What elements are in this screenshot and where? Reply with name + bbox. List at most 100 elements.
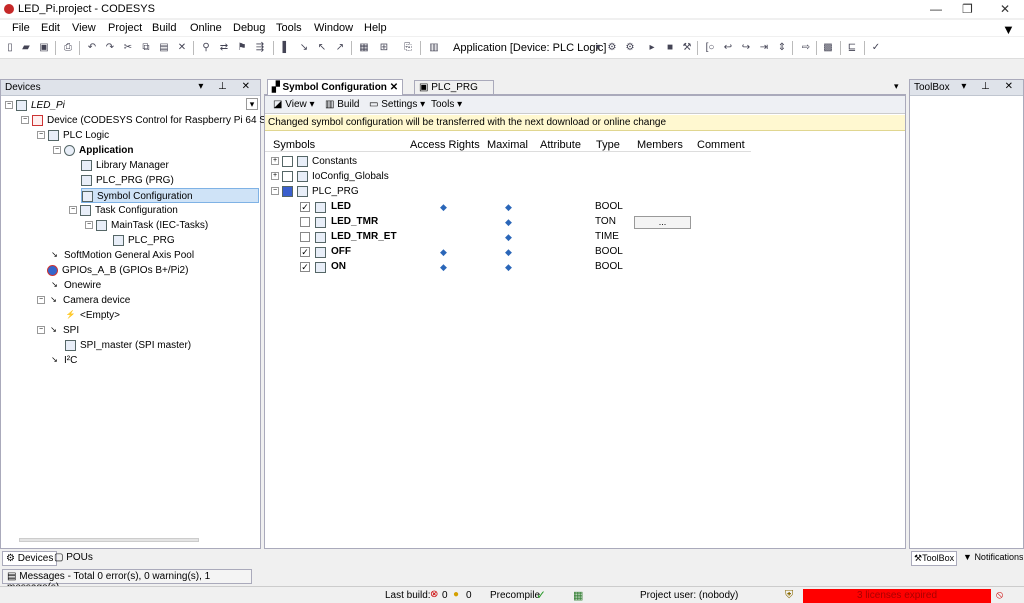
settings-menu-button[interactable]: ▭ Settings ▾ [369, 99, 425, 110]
group-plc-prg[interactable]: − PLC_PRG [271, 184, 359, 199]
start-icon[interactable]: ▸ [646, 42, 658, 54]
table-row[interactable]: ✓ LED ◆ ◆ BOOL [265, 200, 905, 215]
panel-pin-close-icon[interactable]: ▾ ⊥ ✕ [961, 81, 1019, 92]
tree-item-softmotion[interactable]: ↘ SoftMotion General Axis Pool [49, 248, 194, 263]
minimize-icon[interactable]: — [930, 2, 942, 16]
panel-pin-close-icon[interactable]: ▾ ⊥ ✕ [198, 81, 256, 92]
horizontal-scrollbar[interactable] [19, 538, 199, 542]
access-rights-icon[interactable]: ◆ [440, 248, 450, 257]
col-access-rights[interactable]: Access Rights [410, 139, 480, 151]
dropdown-arrow-icon[interactable]: ▾ [592, 42, 604, 54]
find-next-icon[interactable]: ⚑ [236, 42, 248, 54]
logout-icon[interactable]: ⚙ [624, 42, 636, 54]
tree-item-gpios[interactable]: GPIOs_A_B (GPIOs B+/Pi2) [47, 263, 188, 278]
step-over-icon[interactable]: ↩ [722, 42, 734, 54]
menu-file[interactable]: File [12, 22, 30, 34]
messages-tab[interactable]: ▤ Messages - Total 0 error(s), 0 warning… [2, 569, 252, 593]
object-properties-icon[interactable]: ⎘ [402, 42, 414, 54]
copy-icon[interactable]: ⧉ [140, 42, 152, 54]
restore-icon[interactable]: ❐ [962, 2, 973, 16]
menu-help[interactable]: Help [364, 22, 387, 34]
find-icon[interactable]: ⚲ [200, 42, 212, 54]
build-button[interactable]: ▥ Build [325, 99, 359, 110]
save-icon[interactable]: ▣ [38, 42, 50, 54]
group-constants[interactable]: + Constants [271, 154, 357, 169]
set-next-statement-icon[interactable]: ⇨ [800, 42, 812, 54]
checkbox[interactable] [282, 155, 293, 167]
close-icon[interactable]: ✕ [1000, 2, 1010, 16]
tools-menu-button[interactable]: Tools ▾ [431, 99, 462, 110]
undo-icon[interactable]: ↶ [86, 42, 98, 54]
col-type[interactable]: Type [596, 139, 620, 151]
menu-debug[interactable]: Debug [233, 22, 265, 34]
col-comment[interactable]: Comment [697, 139, 745, 151]
tree-item-plc-prg-call[interactable]: PLC_PRG [113, 233, 175, 248]
tree-item-onewire[interactable]: ↘ Onewire [49, 278, 101, 293]
bookmark-clear-icon[interactable]: ↗ [334, 42, 346, 54]
tab-symbol-configuration[interactable]: ▞ Symbol Configuration ✕ [267, 79, 404, 95]
reset-icon[interactable]: ⚒ [681, 42, 693, 54]
row-checkbox[interactable]: ✓ [300, 202, 310, 212]
menu-edit[interactable]: Edit [41, 22, 60, 34]
add-object-icon[interactable]: ⊞ [378, 42, 390, 54]
tab-pous[interactable]: ▢ POUs [54, 552, 93, 563]
project-user[interactable]: Project user: (nobody) [640, 590, 738, 601]
active-application-selector[interactable]: Application [Device: PLC Logic] [453, 42, 606, 54]
tree-item-maintask[interactable]: − MainTask (IEC-Tasks) [85, 218, 208, 233]
menu-build[interactable]: Build [152, 22, 176, 34]
members-button[interactable]: ... [634, 216, 691, 229]
menu-window[interactable]: Window [314, 22, 353, 34]
open-folder-icon[interactable]: ▰ [20, 42, 32, 54]
cut-icon[interactable]: ✂ [122, 42, 134, 54]
cursor-icon[interactable]: ⇕ [776, 42, 788, 54]
new-file-icon[interactable]: ▯ [4, 42, 16, 54]
row-checkbox[interactable]: ✓ [300, 247, 310, 257]
step-out-icon[interactable]: ⇥ [758, 42, 770, 54]
delete-icon[interactable]: ✕ [176, 42, 188, 54]
table-row[interactable]: ✓ OFF ◆ ◆ BOOL [265, 245, 905, 260]
tab-notifications[interactable]: ▼ Notifications [963, 552, 1023, 562]
table-row[interactable]: LED_TMR ◆ TON ... [265, 215, 905, 230]
tab-list-dropdown-icon[interactable]: ▾ [894, 81, 899, 92]
view-menu-button[interactable]: ◪ View ▾ [273, 99, 315, 110]
tree-item-camera[interactable]: − ↘ Camera device [37, 293, 130, 308]
login-icon[interactable]: ⚙ [606, 42, 618, 54]
col-members[interactable]: Members [637, 139, 683, 151]
tree-item-plc-prg[interactable]: PLC_PRG (PRG) [81, 173, 174, 188]
tree-item-library-manager[interactable]: Library Manager [81, 158, 169, 173]
bookmark-prev-icon[interactable]: ↖ [316, 42, 328, 54]
access-rights-icon[interactable]: ◆ [440, 203, 450, 212]
row-checkbox[interactable] [300, 217, 310, 227]
bookmark-icon[interactable]: ▌ [280, 42, 292, 54]
tree-item-task-configuration[interactable]: − Task Configuration [69, 203, 178, 218]
print-icon[interactable]: ⎙ [62, 42, 74, 54]
tree-dropdown-icon[interactable]: ▾ [246, 98, 258, 110]
partial-checkbox[interactable] [282, 185, 293, 197]
cross-reference-icon[interactable]: ⇶ [254, 42, 266, 54]
window-icon[interactable]: ▦ [358, 42, 370, 54]
tree-item-application[interactable]: − Application [53, 143, 133, 158]
group-ioconfig-globals[interactable]: + IoConfig_Globals [271, 169, 389, 184]
tree-item-symbol-configuration[interactable]: Symbol Configuration [81, 188, 259, 203]
tree-item-project[interactable]: − LED_Pi [5, 98, 65, 113]
tab-devices[interactable]: ⚙ Devices [2, 551, 58, 566]
col-attribute[interactable]: Attribute [540, 139, 581, 151]
filter-icon[interactable]: ▼ [1002, 22, 1015, 37]
tree-item-i2c[interactable]: ↘ I²C [49, 353, 77, 368]
build-icon[interactable]: ▥ [428, 42, 440, 54]
paste-icon[interactable]: ▤ [158, 42, 170, 54]
tree-item-device[interactable]: − Device (CODESYS Control for Raspberry P… [21, 113, 275, 128]
bookmark-next-icon[interactable]: ↘ [298, 42, 310, 54]
write-values-icon[interactable]: ▩ [822, 42, 834, 54]
tab-close-icon[interactable]: ✕ [390, 82, 398, 93]
table-row[interactable]: ✓ ON ◆ ◆ BOOL [265, 260, 905, 275]
checkbox[interactable] [282, 170, 293, 182]
row-checkbox[interactable]: ✓ [300, 262, 310, 272]
menu-view[interactable]: View [72, 22, 96, 34]
menu-project[interactable]: Project [108, 22, 142, 34]
tree-item-plc-logic[interactable]: − PLC Logic [37, 128, 109, 143]
tree-item-spi[interactable]: − ↘ SPI [37, 323, 79, 338]
force-values-icon[interactable]: ⊑ [846, 42, 858, 54]
table-row[interactable]: LED_TMR_ET ◆ TIME [265, 230, 905, 245]
access-rights-icon[interactable]: ◆ [440, 263, 450, 272]
